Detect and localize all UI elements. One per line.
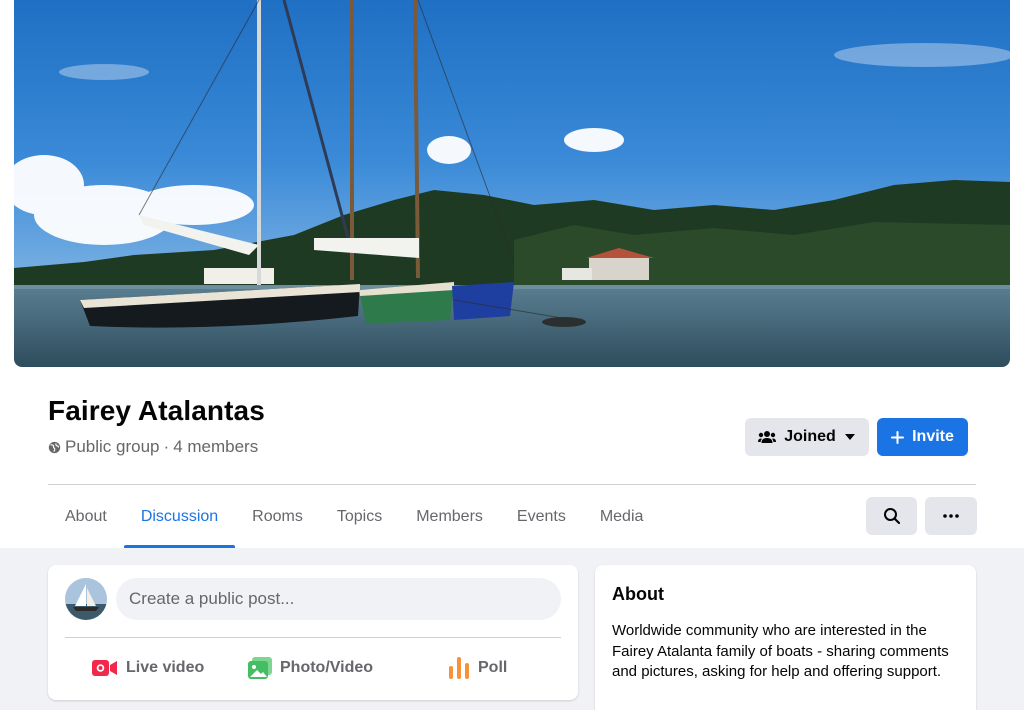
header-divider xyxy=(48,484,976,485)
plus-icon xyxy=(891,430,905,444)
tab-discussion[interactable]: Discussion xyxy=(123,486,236,548)
poll-label: Poll xyxy=(478,659,508,676)
poll-button[interactable]: Poll xyxy=(448,651,507,685)
meta-separator: · xyxy=(163,437,170,456)
photo-video-label: Photo/Video xyxy=(280,659,374,676)
photo-video-button[interactable]: Photo/Video xyxy=(248,651,373,685)
tab-rooms[interactable]: Rooms xyxy=(235,486,320,548)
joined-group-icon xyxy=(758,431,777,443)
caret-down-icon xyxy=(844,434,855,440)
more-options-button[interactable] xyxy=(925,497,977,535)
joined-label: Joined xyxy=(784,428,836,445)
invite-button[interactable]: Invite xyxy=(877,418,968,456)
group-tabs: About Discussion Rooms Topics Members Ev… xyxy=(48,486,660,548)
group-meta: Public group · 4 members xyxy=(48,437,258,457)
group-header: Fairey Atalantas Public group · 4 member… xyxy=(0,0,1024,548)
create-post-input[interactable]: Create a public post... xyxy=(116,578,561,620)
live-video-icon xyxy=(92,660,117,676)
group-members-count[interactable]: 4 members xyxy=(173,437,258,457)
post-composer: Create a public post... Live video Photo… xyxy=(48,565,578,700)
avatar-image xyxy=(65,578,107,620)
search-icon xyxy=(883,508,900,525)
tab-events[interactable]: Events xyxy=(500,486,583,548)
search-button[interactable] xyxy=(866,497,917,535)
live-video-button[interactable]: Live video xyxy=(92,651,204,685)
invite-label: Invite xyxy=(912,428,954,445)
live-video-label: Live video xyxy=(126,659,205,676)
joined-button[interactable]: Joined xyxy=(745,418,869,456)
tab-about[interactable]: About xyxy=(48,486,124,548)
poll-icon xyxy=(449,657,469,679)
tab-topics[interactable]: Topics xyxy=(320,486,399,548)
composer-divider xyxy=(65,637,561,638)
group-privacy[interactable]: Public group xyxy=(65,437,160,457)
cover-image xyxy=(14,0,1010,367)
group-name[interactable]: Fairey Atalantas xyxy=(48,395,265,427)
more-icon xyxy=(943,514,959,518)
globe-icon xyxy=(48,441,61,453)
about-title: About xyxy=(612,584,664,604)
photo-icon xyxy=(248,657,272,679)
about-description: Worldwide community who are interested i… xyxy=(612,622,949,680)
cover-photo[interactable] xyxy=(14,0,1010,367)
about-card: About Worldwide community who are intere… xyxy=(595,565,976,710)
tab-media[interactable]: Media xyxy=(583,486,661,548)
avatar[interactable] xyxy=(65,578,107,620)
tab-members[interactable]: Members xyxy=(399,486,500,548)
